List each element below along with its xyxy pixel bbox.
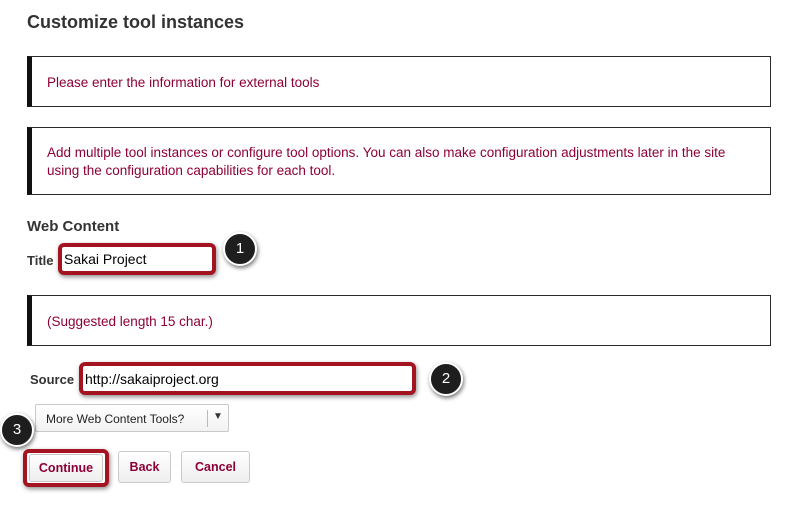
source-field-highlight xyxy=(79,362,416,395)
page-title: Customize tool instances xyxy=(27,12,245,32)
multiple-instances-message-text: Add multiple tool instances or configure… xyxy=(47,145,726,178)
continue-button-highlight: Continue xyxy=(23,449,109,487)
dropdown-separator xyxy=(207,410,208,427)
external-tools-message-text: Please enter the information for externa… xyxy=(47,75,320,90)
callout-3: 3 xyxy=(0,413,34,447)
multiple-instances-message: Add multiple tool instances or configure… xyxy=(27,127,771,195)
cancel-button[interactable]: Cancel xyxy=(181,451,250,483)
back-button[interactable]: Back xyxy=(118,451,171,483)
suggested-length-text: (Suggested length 15 char.) xyxy=(47,314,213,329)
external-tools-message: Please enter the information for externa… xyxy=(27,56,771,107)
more-tools-label: More Web Content Tools? xyxy=(46,412,185,426)
title-label: Title xyxy=(27,253,54,268)
continue-button[interactable]: Continue xyxy=(29,454,103,482)
title-field-highlight xyxy=(58,243,216,275)
suggested-length-message: (Suggested length 15 char.) xyxy=(27,295,771,346)
source-input[interactable] xyxy=(83,366,412,391)
source-label: Source xyxy=(30,372,75,387)
web-content-heading: Web Content xyxy=(27,218,120,235)
title-input[interactable] xyxy=(62,247,212,271)
caret-down-icon: ▼ xyxy=(213,411,223,422)
callout-2: 2 xyxy=(429,362,463,396)
more-tools-dropdown[interactable]: More Web Content Tools? ▼ xyxy=(35,404,229,432)
callout-1: 1 xyxy=(223,232,257,266)
